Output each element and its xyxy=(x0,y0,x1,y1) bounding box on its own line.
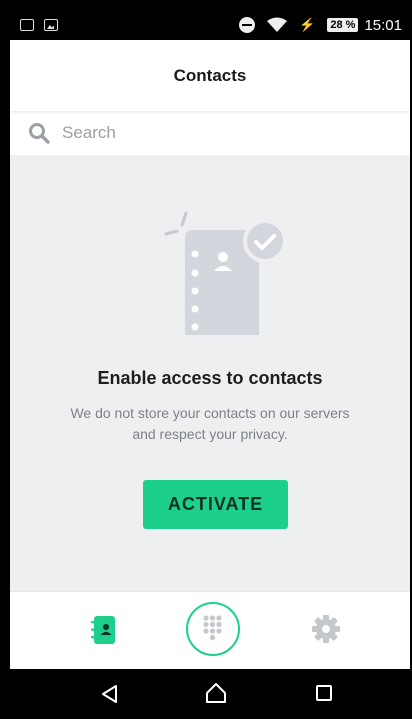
search-input[interactable] xyxy=(60,122,384,144)
status-bar: ⚡ 28 % 15:01 xyxy=(10,10,410,40)
screen: ⚡ 28 % 15:01 Contacts Search Enable acce… xyxy=(10,10,410,719)
system-navigation-bar xyxy=(10,669,410,719)
empty-state: Enable access to contacts We do not stor… xyxy=(10,155,410,591)
empty-state-description: We do not store your contacts on our ser… xyxy=(70,405,350,442)
recents-icon[interactable] xyxy=(316,685,332,701)
status-right-icons: ⚡ 28 % 15:01 xyxy=(239,10,402,40)
search-bar[interactable] xyxy=(10,111,410,156)
app-header: Contacts xyxy=(10,40,410,111)
back-icon[interactable] xyxy=(100,684,120,704)
status-left-icons xyxy=(20,19,58,31)
search-icon xyxy=(29,123,50,144)
image-icon xyxy=(44,19,58,31)
charging-icon: ⚡ xyxy=(299,17,316,32)
notification-icon xyxy=(20,19,34,31)
empty-state-title: Enable access to contacts xyxy=(97,368,323,388)
wifi-icon xyxy=(267,17,288,33)
bottom-navigation xyxy=(10,591,410,670)
activate-button[interactable]: ACTIVATE xyxy=(143,480,288,529)
page-title: Contacts xyxy=(173,65,247,85)
do-not-disturb-icon xyxy=(239,17,256,33)
contacts-book-check-icon xyxy=(164,211,285,335)
gear-icon[interactable] xyxy=(311,614,341,644)
contacts-book-icon[interactable] xyxy=(91,616,115,644)
clock: 15:01 xyxy=(364,16,402,34)
dialpad-button[interactable] xyxy=(186,602,240,656)
dialpad-icon xyxy=(203,615,222,641)
battery-icon: 28 % xyxy=(327,18,359,32)
phone-frame: ⚡ 28 % 15:01 Contacts Search Enable acce… xyxy=(0,0,412,719)
home-icon[interactable] xyxy=(205,682,227,704)
